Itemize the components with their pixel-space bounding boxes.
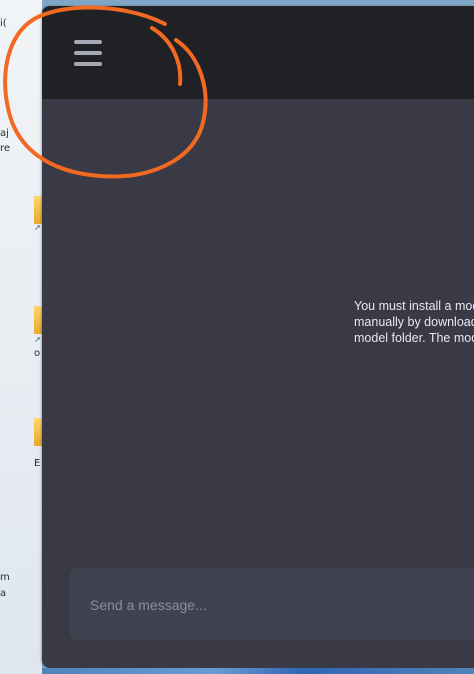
notice-line: manually by downloadin [354, 315, 474, 329]
install-model-notice: You must install a model manually by dow… [354, 298, 474, 346]
taskbar [42, 668, 474, 674]
shortcut-arrow-icon: ↗ [34, 335, 41, 344]
desktop-folder-icon[interactable] [34, 306, 42, 334]
desktop-label-fragment: o [34, 348, 41, 359]
hamburger-menu-button[interactable] [70, 38, 104, 72]
hamburger-menu-icon [74, 62, 102, 66]
shortcut-arrow-icon: ↗ [34, 223, 41, 232]
desktop-label-fragment: i( [0, 18, 7, 29]
hamburger-menu-icon [74, 40, 102, 44]
desktop-label-fragment: m [0, 572, 10, 583]
desktop-folder-icon[interactable] [34, 196, 42, 224]
top-bar [42, 6, 474, 99]
desktop-background: i( aj re ↗ ↗ o E m a [0, 0, 42, 674]
desktop-folder-icon[interactable] [34, 418, 42, 446]
chat-app-window: You must install a model manually by dow… [42, 6, 474, 668]
notice-line: model folder. The model [354, 331, 474, 345]
desktop-label-fragment: aj [0, 128, 9, 139]
message-composer [70, 568, 474, 640]
desktop-label-fragment: re [0, 143, 11, 154]
hamburger-menu-icon [74, 51, 102, 55]
notice-line: You must install a model [354, 299, 474, 313]
desktop-label-fragment: E [34, 458, 41, 469]
desktop-label-fragment: a [0, 588, 7, 599]
message-input[interactable] [88, 592, 472, 618]
